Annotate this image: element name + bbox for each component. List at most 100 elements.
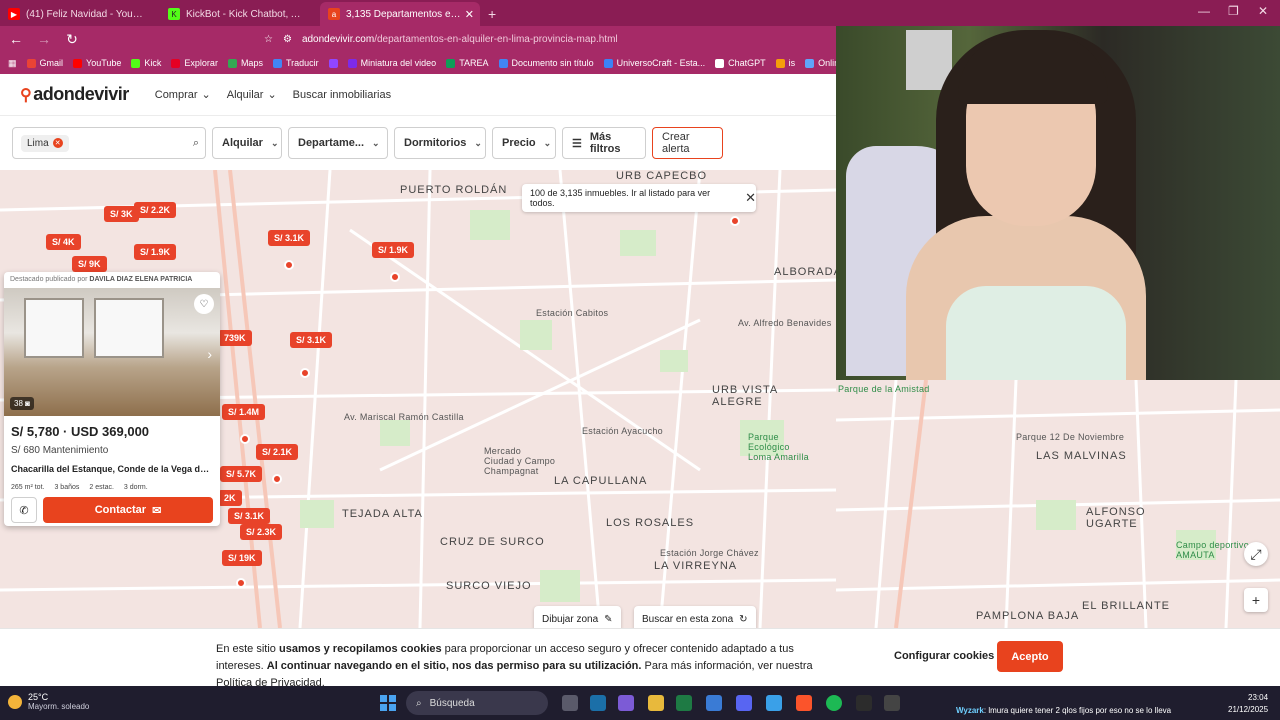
teams-icon[interactable] xyxy=(706,695,722,711)
search-icon[interactable]: ⌕ xyxy=(193,137,199,150)
price-pin[interactable]: 739K xyxy=(218,330,252,346)
bookmark-online[interactable]: Online C xyxy=(805,58,836,68)
url-field[interactable]: ☆ ⚙ adondevivir.com/departamentos-en-alq… xyxy=(264,34,618,45)
tab-adondevivir[interactable]: a 3,135 Departamentos en alquiler ✕ xyxy=(320,2,480,26)
map-label: URB VISTA ALEGRE xyxy=(712,384,779,408)
price-pin[interactable]: S/ 9K xyxy=(72,256,107,272)
price-pin[interactable]: S/ 2.3K xyxy=(240,524,283,540)
tab-youtube[interactable]: ▶ (41) Feliz Navidad - YouTube xyxy=(0,2,160,26)
search-zone-button[interactable]: Buscar en esta zona ↻ xyxy=(634,606,756,628)
listing-card[interactable]: Destacado publicado por DAVILA DIAZ ELEN… xyxy=(4,272,220,526)
github-icon[interactable] xyxy=(884,695,900,711)
price-pin[interactable]: S/ 4K xyxy=(46,234,81,250)
bookmark-chatgpt[interactable]: ChatGPT xyxy=(715,58,766,68)
spotify-icon[interactable] xyxy=(826,695,842,711)
back-icon[interactable]: ← xyxy=(8,31,24,47)
price-pin[interactable]: S/ 3.1K xyxy=(268,230,311,246)
minimize-icon[interactable]: — xyxy=(1198,4,1210,18)
remove-chip-icon[interactable]: ✕ xyxy=(52,138,63,148)
price-pin[interactable]: S/ 3.1K xyxy=(228,508,271,524)
operation-dropdown[interactable]: Alquilar ⌄ xyxy=(212,127,282,159)
online-icon xyxy=(805,58,815,68)
price-pin[interactable]: 2K xyxy=(218,490,242,506)
close-icon[interactable]: ✕ xyxy=(745,190,756,206)
bookmark-maps[interactable]: Maps xyxy=(227,58,263,68)
listing-dot[interactable] xyxy=(236,578,246,588)
create-alert-button[interactable]: Crear alerta xyxy=(652,127,723,159)
property-type-dropdown[interactable]: Departame... ⌄ xyxy=(288,127,388,159)
weather-widget[interactable]: 25°C Mayorm. soleado xyxy=(8,692,89,711)
bookmark-is[interactable]: is xyxy=(775,58,795,68)
bookmark-miniatura[interactable]: Miniatura del video xyxy=(347,58,436,68)
more-filters-button[interactable]: ☰ Más filtros xyxy=(562,127,646,159)
bookmark-documento[interactable]: Documento sin título xyxy=(498,58,594,68)
draw-zone-button[interactable]: Dibujar zona ✎ xyxy=(534,606,621,628)
price-pin[interactable]: S/ 3.1K xyxy=(290,332,333,348)
price-dropdown[interactable]: Precio ⌄ xyxy=(492,127,556,159)
bookmark-traducir[interactable]: Traducir xyxy=(272,58,319,68)
copilot-icon[interactable] xyxy=(618,695,634,711)
price-pin[interactable]: S/ 1.4M xyxy=(222,404,266,420)
bookmark-gmail[interactable]: Gmail xyxy=(26,58,63,68)
photos-icon[interactable] xyxy=(766,695,782,711)
bedrooms-dropdown[interactable]: Dormitorios ⌄ xyxy=(394,127,486,159)
zoom-in-button[interactable]: + xyxy=(1244,588,1268,612)
listing-photo[interactable]: ♡ › 38 ◙ xyxy=(4,288,220,416)
configure-cookies-button[interactable]: Configurar cookies xyxy=(894,650,994,662)
taskbar-search[interactable]: ⌕ Búsqueda xyxy=(406,691,548,715)
bookmark-explorar[interactable]: Explorar xyxy=(171,58,218,68)
file-explorer-icon[interactable] xyxy=(648,695,664,711)
bookmark-universocraft[interactable]: UniversoCraft - Esta... xyxy=(603,58,705,68)
obs-icon[interactable] xyxy=(856,695,872,711)
contact-button[interactable]: Contactar ✉ xyxy=(43,497,213,523)
discord-icon[interactable] xyxy=(736,695,752,711)
listing-dot[interactable] xyxy=(272,474,282,484)
nav-comprar[interactable]: Comprar ⌄ xyxy=(155,88,211,102)
price-pin[interactable]: S/ 5.7K xyxy=(220,466,263,482)
reload-icon[interactable]: ↻ xyxy=(64,31,80,48)
bookmark-youtube[interactable]: YouTube xyxy=(73,58,121,68)
listing-dot[interactable] xyxy=(730,216,740,226)
price-pin[interactable]: S/ 1.9K xyxy=(134,244,177,260)
listing-address[interactable]: Chacarilla del Estanque, Conde de la Veg… xyxy=(11,464,213,474)
bookmark-tarea[interactable]: TAREA xyxy=(446,58,489,68)
listing-dot[interactable] xyxy=(390,272,400,282)
phone-button[interactable]: ✆ xyxy=(11,497,37,523)
accept-cookies-button[interactable]: Acepto xyxy=(997,641,1063,672)
location-search-input[interactable]: Lima ✕ ⌕ xyxy=(12,127,206,159)
listing-dot[interactable] xyxy=(240,434,250,444)
close-tab-icon[interactable]: ✕ xyxy=(465,8,474,21)
listing-dot[interactable] xyxy=(284,260,294,270)
windows-start-icon[interactable] xyxy=(380,695,396,711)
universocraft-icon xyxy=(603,58,613,68)
map-label: LOS ROSALES xyxy=(606,517,695,529)
listing-dot[interactable] xyxy=(300,368,310,378)
bookmark-kick[interactable]: Kick xyxy=(131,58,161,68)
maximize-icon[interactable]: ❐ xyxy=(1228,4,1239,18)
close-window-icon[interactable]: ✕ xyxy=(1258,4,1268,18)
price-pin[interactable]: S/ 2.2K xyxy=(134,202,177,218)
map-canvas-right[interactable]: Parque de la Amistad Parque 12 De Noviem… xyxy=(836,380,1280,628)
tab-kickbot[interactable]: K KickBot - Kick Chatbot, Alerts, TTS, C xyxy=(160,2,320,26)
location-chip[interactable]: Lima ✕ xyxy=(21,134,69,152)
bookmark-star-icon[interactable]: ☆ xyxy=(264,34,273,45)
price-pin[interactable]: S/ 1.9K xyxy=(372,242,415,258)
new-tab-button[interactable]: + xyxy=(480,2,504,26)
nav-buscar-inmobiliarias[interactable]: Buscar inmobiliarias xyxy=(293,89,391,101)
nav-alquilar[interactable]: Alquilar ⌄ xyxy=(227,88,277,102)
forward-icon[interactable]: → xyxy=(36,31,52,47)
system-clock[interactable]: 23:04 21/12/2025 xyxy=(1228,692,1268,716)
price-pin[interactable]: S/ 19K xyxy=(222,550,262,566)
task-view-icon[interactable] xyxy=(562,695,578,711)
steam-icon[interactable] xyxy=(590,695,606,711)
bookmark-twitch[interactable] xyxy=(328,58,338,68)
price-pin[interactable]: S/ 2.1K xyxy=(256,444,299,460)
brave-icon[interactable] xyxy=(796,695,812,711)
next-photo-icon[interactable]: › xyxy=(207,346,212,362)
favorite-heart-icon[interactable]: ♡ xyxy=(194,294,214,314)
apps-grid-icon[interactable]: ▦ xyxy=(8,58,17,69)
site-info-icon[interactable]: ⚙ xyxy=(283,34,292,45)
fullscreen-map-button[interactable]: ⤢ xyxy=(1244,542,1268,566)
site-logo[interactable]: ⚲ adondevivir xyxy=(20,84,129,105)
excel-icon[interactable] xyxy=(676,695,692,711)
